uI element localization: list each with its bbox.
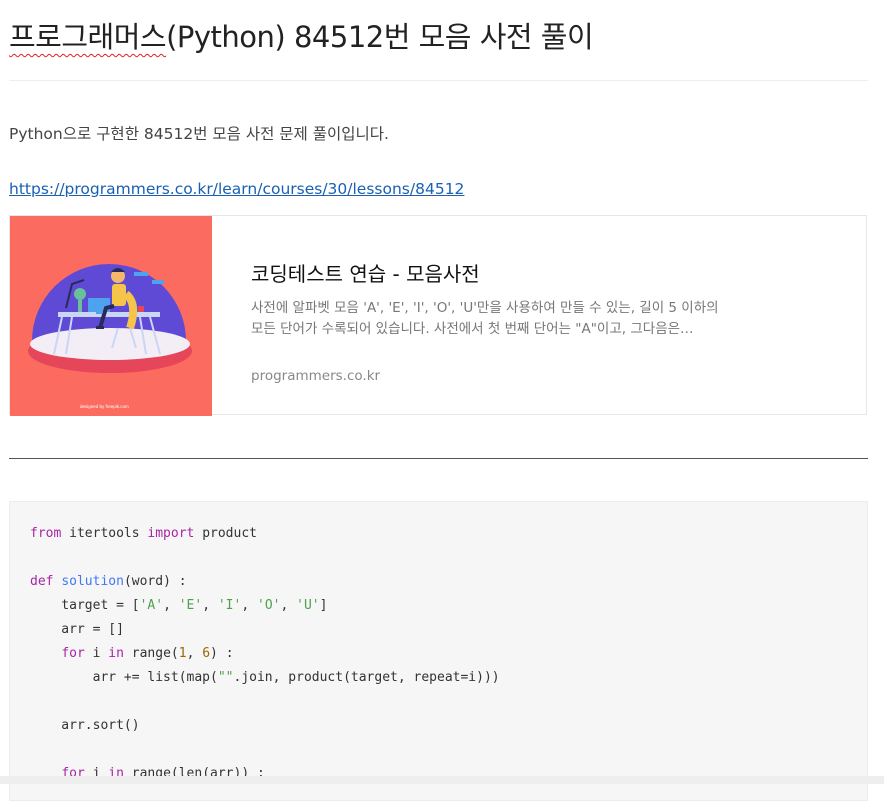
code-block: from itertools import product def soluti… bbox=[9, 501, 868, 801]
problem-link[interactable]: https://programmers.co.kr/learn/courses/… bbox=[9, 180, 464, 198]
page-title: 프로그래머스(Python) 84512번 모음 사전 풀이 bbox=[9, 14, 594, 56]
card-thumbnail: designed by freepik.com bbox=[10, 216, 212, 416]
section-divider bbox=[9, 458, 868, 459]
bottom-scroll-bar[interactable] bbox=[0, 776, 884, 784]
code-line: from itertools import product bbox=[30, 526, 257, 541]
page-title-spellchecked-word: 프로그래머스 bbox=[9, 20, 167, 54]
card-description-line: 모든 단어가 수록되어 있습니다. 사전에서 첫 번째 단어는 "A"이고, 그… bbox=[251, 321, 694, 337]
code-line: arr = [] bbox=[30, 622, 124, 637]
card-host: programmers.co.kr bbox=[251, 368, 381, 384]
code-line: arr += list(map("".join, product(target,… bbox=[30, 670, 500, 685]
programmer-illustration-icon bbox=[28, 264, 192, 373]
intro-text: Python으로 구현한 84512번 모음 사전 문제 풀이입니다. bbox=[9, 125, 389, 143]
code-line: for i in range(1, 6) : bbox=[61, 646, 234, 661]
link-preview-card[interactable]: designed by freepik.com 코딩테스트 연습 - 모음사전 … bbox=[9, 215, 867, 416]
title-divider bbox=[9, 80, 868, 81]
card-description-line: 사전에 알파벳 모음 'A', 'E', 'I', 'O', 'U'만을 사용하… bbox=[251, 300, 719, 316]
code-line: target = ['A', 'E', 'I', 'O', 'U'] bbox=[30, 598, 328, 613]
card-title[interactable]: 코딩테스트 연습 - 모음사전 bbox=[251, 258, 480, 287]
code-line: def solution(word) : bbox=[30, 574, 187, 589]
card-description: 사전에 알파벳 모음 'A', 'E', 'I', 'O', 'U'만을 사용하… bbox=[251, 298, 731, 340]
thumbnail-credit: designed by freepik.com bbox=[80, 404, 129, 409]
code-line: arr.sort() bbox=[30, 718, 140, 733]
page-title-rest: (Python) 84512번 모음 사전 풀이 bbox=[166, 20, 594, 54]
